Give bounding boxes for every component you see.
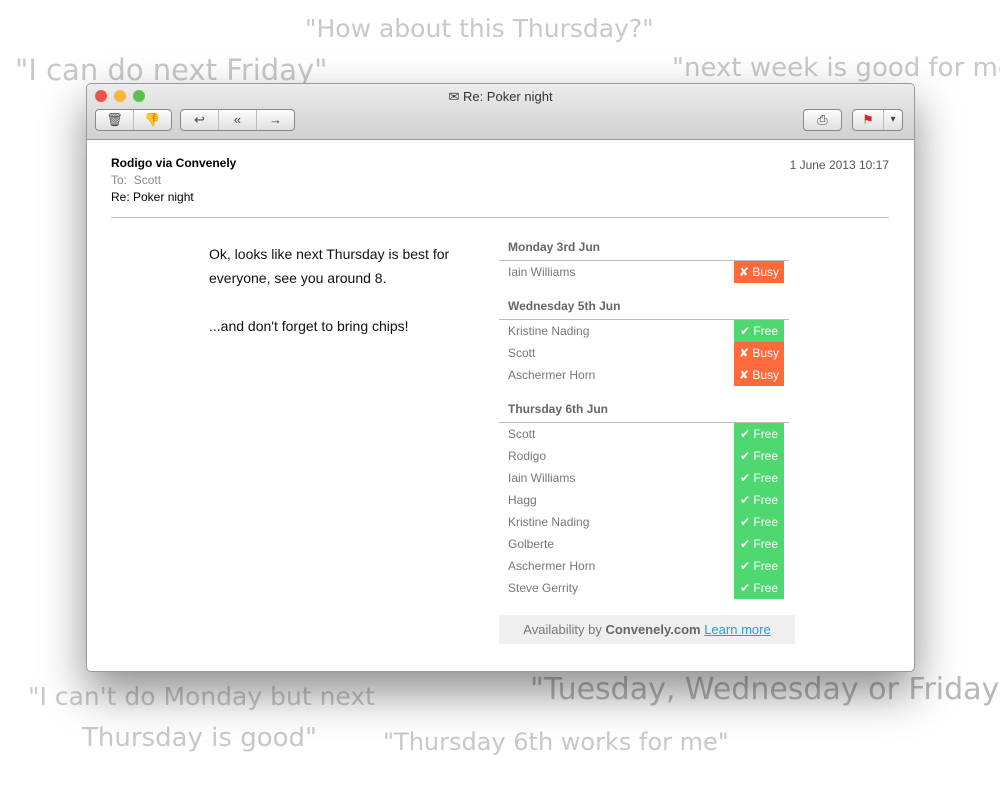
table-row: Rodigo ✔ Free	[499, 445, 789, 467]
reply-button[interactable]: ↩	[181, 110, 219, 130]
quote: "next week is good for me"	[672, 53, 1000, 83]
sender: Rodigo via Convenely	[111, 156, 237, 170]
day-header: Wednesday 5th Jun	[499, 293, 789, 320]
person-name: Steve Gerrity	[508, 581, 579, 595]
person-name: Scott	[508, 427, 536, 441]
person-name: Iain Williams	[508, 265, 576, 279]
window-title: ✉ Re: Poker night	[448, 89, 553, 104]
person-name: Aschermer Horn	[508, 559, 596, 573]
status-badge: ✔ Free	[734, 320, 784, 342]
status-badge: ✔ Free	[734, 533, 784, 555]
quote: "Tuesday, Wednesday or Friday"	[530, 672, 1000, 707]
flag-button[interactable]: ⚑	[853, 110, 884, 130]
learn-more-link[interactable]: Learn more	[704, 622, 770, 637]
status-badge: ✔ Free	[734, 555, 784, 577]
table-row: Hagg ✔ Free	[499, 489, 789, 511]
message-body: Ok, looks like next Thursday is best for…	[209, 242, 479, 338]
table-row: Scott ✔ Free	[499, 423, 789, 445]
divider	[111, 217, 889, 218]
mail-window: ✉ Re: Poker night 🗑 👎 ↩ « → ⎙ ⚑ ▾ Rodigo…	[86, 83, 915, 672]
availability-table: Monday 3rd Jun Iain Williams ✘ Busy Wednesd…	[499, 234, 795, 644]
status-badge: ✘ Busy	[734, 364, 784, 386]
brand: Convenely.com	[605, 622, 701, 637]
table-row: Scott ✘ Busy	[499, 342, 789, 364]
footer: Availability by Convenely.com Learn more	[499, 615, 795, 644]
flag-menu-button[interactable]: ▾	[884, 110, 902, 130]
table-row: Golberte ✔ Free	[499, 533, 789, 555]
table-row: Aschermer Horn ✘ Busy	[499, 364, 789, 386]
reply-all-button[interactable]: «	[219, 110, 257, 130]
date: 1 June 2013 10:17	[789, 158, 889, 172]
person-name: Iain Williams	[508, 471, 576, 485]
recipient: Scott	[133, 173, 162, 187]
quote: Thursday is good"	[82, 723, 317, 753]
person-name: Aschermer Horn	[508, 368, 596, 382]
table-row: Iain Williams ✔ Free	[499, 467, 789, 489]
status-badge: ✘ Busy	[734, 342, 784, 364]
status-badge: ✔ Free	[734, 445, 784, 467]
message-paragraph: ...and don't forget to bring chips!	[209, 318, 409, 334]
subject: Re: Poker night	[111, 190, 194, 204]
message-paragraph: Ok, looks like next Thursday is best for…	[209, 246, 450, 286]
person-name: Kristine Nading	[508, 324, 590, 338]
junk-button[interactable]: 👎	[134, 110, 171, 130]
status-badge: ✔ Free	[734, 511, 784, 533]
quote: "How about this Thursday?"	[305, 14, 654, 43]
person-name: Golberte	[508, 537, 555, 551]
quote: "I can't do Monday but next	[28, 682, 375, 711]
table-row: Aschermer Horn ✔ Free	[499, 555, 789, 577]
footer-text: Availability by	[523, 622, 602, 637]
status-badge: ✔ Free	[734, 467, 784, 489]
person-name: Scott	[508, 346, 536, 360]
status-badge: ✔ Free	[734, 423, 784, 445]
to-label: To:	[111, 173, 128, 187]
delete-button[interactable]: 🗑	[96, 110, 134, 130]
person-name: Kristine Nading	[508, 515, 590, 529]
table-row: Steve Gerrity ✔ Free	[499, 577, 789, 599]
status-badge: ✔ Free	[734, 577, 784, 599]
person-name: Rodigo	[508, 449, 547, 463]
quote: "I can do next Friday"	[15, 53, 328, 87]
title-text: Re: Poker night	[462, 89, 553, 104]
forward-button[interactable]: →	[257, 110, 294, 130]
print-button[interactable]: ⎙	[804, 110, 841, 130]
quote: "Thursday 6th works for me"	[383, 728, 729, 756]
table-row: Kristine Nading ✔ Free	[499, 320, 789, 342]
table-row: Iain Williams ✘ Busy	[499, 261, 789, 283]
table-row: Kristine Nading ✔ Free	[499, 511, 789, 533]
status-badge: ✔ Free	[734, 489, 784, 511]
day-header: Thursday 6th Jun	[499, 396, 789, 423]
person-name: Hagg	[508, 493, 537, 507]
status-badge: ✘ Busy	[734, 261, 784, 283]
toolbar: ✉ Re: Poker night 🗑 👎 ↩ « → ⎙ ⚑ ▾	[87, 84, 914, 140]
day-header: Monday 3rd Jun	[499, 234, 789, 261]
